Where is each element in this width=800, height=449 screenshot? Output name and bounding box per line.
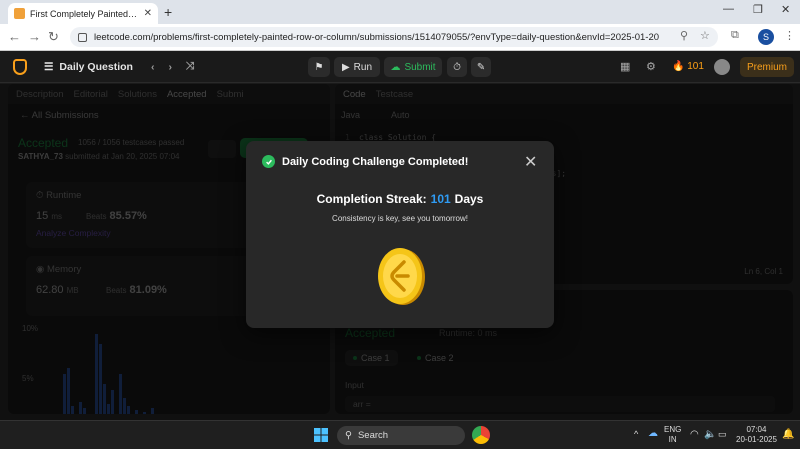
taskbar-search[interactable]: ⚲ Search [337,426,465,445]
search-icon: ⚲ [345,430,352,441]
tray-chevron-icon[interactable]: ^ [634,429,638,439]
wifi-icon[interactable]: ◠ [690,429,699,440]
zoom-icon[interactable]: ⚲ [680,29,688,42]
layout-icon[interactable]: ▦ [620,60,630,73]
leetcode-coin-icon [378,248,425,305]
run-button[interactable]: ▶ Run [334,57,380,77]
extensions-icon[interactable]: ⧉ [731,29,739,42]
streak-count: 101 [687,61,704,72]
list-icon: ☰ [44,60,54,73]
browser-tab[interactable]: First Completely Painted Row o ✕ [8,3,158,24]
address-toolbar: ← → ↻ leetcode.com/problems/first-comple… [0,24,800,51]
leetcode-logo-icon[interactable] [13,59,27,75]
challenge-complete-modal: Daily Coding Challenge Completed! ✕ Comp… [246,141,554,328]
reload-icon[interactable]: ↻ [48,29,59,45]
chrome-taskbar-icon[interactable] [472,426,490,444]
browser-menu-icon[interactable]: ⋮ [784,29,795,42]
next-question-icon[interactable]: › [168,61,172,73]
modal-header: Daily Coding Challenge Completed! [262,155,468,168]
streak-value: 101 [430,192,451,206]
leetcode-favicon-icon [14,8,25,19]
modal-title: Daily Coding Challenge Completed! [282,155,469,168]
problem-list-nav[interactable]: ☰ Daily Question ‹ › ⤨ [44,60,194,73]
consistency-message: Consistency is key, see you tomorrow! [332,214,468,223]
close-tab-icon[interactable]: ✕ [144,8,152,19]
prev-question-icon[interactable]: ‹ [151,61,155,73]
new-tab-icon[interactable]: + [164,4,172,20]
completion-streak: Completion Streak: 101 Days [246,192,554,206]
streak-unit: Days [454,192,484,206]
site-info-icon[interactable] [78,32,87,42]
check-circle-icon [262,155,275,168]
submit-button[interactable]: ☁ Submit [384,57,442,77]
premium-button[interactable]: Premium [740,57,794,77]
play-icon: ▶ [341,61,350,73]
clock-time: 07:04 [746,425,767,434]
submit-label: Submit [404,61,436,73]
close-window-icon[interactable]: ✕ [781,3,790,16]
windows-taskbar: ⚲ Search ^ ☁ ENG IN ◠ 🔈 ▭ 07:04 20-01-20… [0,420,800,449]
notification-icon[interactable]: 🔔 [782,429,794,440]
shuffle-icon[interactable]: ⤨ [186,60,194,73]
volume-icon[interactable]: 🔈 [704,429,716,440]
url-bar[interactable]: leetcode.com/problems/first-completely-p… [70,27,718,47]
language-indicator[interactable]: ENG IN [664,425,681,445]
close-icon[interactable]: ✕ [524,152,537,172]
daily-question-title: Daily Question [59,60,133,73]
back-icon[interactable]: ← [8,29,21,44]
tab-title: First Completely Painted Row o [30,8,139,19]
battery-icon[interactable]: ▭ [718,429,727,440]
fire-icon: 🔥 [672,61,685,72]
streak-label: Completion Streak: [316,192,427,206]
lang-top: ENG [664,425,682,434]
search-label: Search [357,430,389,441]
user-avatar[interactable] [714,59,730,75]
leetcode-header: ☰ Daily Question ‹ › ⤨ ⚑ ▶ Run ☁ Submit … [0,51,800,83]
profile-avatar[interactable]: S [758,29,774,45]
settings-gear-icon[interactable]: ⚙ [646,60,656,73]
timer-icon[interactable]: ⏱ [447,57,467,77]
clock-date: 20-01-2025 [736,435,777,444]
notes-icon[interactable]: ✎ [471,57,491,77]
windows-start-icon[interactable] [314,428,328,442]
bookmark-star-icon[interactable]: ☆ [700,29,710,42]
lang-bottom: IN [668,435,677,444]
browser-tab-bar: First Completely Painted Row o ✕ + — ❐ ✕ [0,0,800,24]
streak-counter[interactable]: 🔥 101 [672,61,704,72]
maximize-icon[interactable]: ❐ [753,3,763,16]
run-label: Run [353,61,373,73]
weather-icon[interactable]: ☁ [648,428,658,439]
forward-icon[interactable]: → [28,29,41,44]
clock[interactable]: 07:04 20-01-2025 [736,425,777,445]
cloud-upload-icon: ☁ [390,61,401,73]
debug-icon[interactable]: ⚑ [308,57,330,77]
minimize-icon[interactable]: — [723,3,734,15]
url-text: leetcode.com/problems/first-completely-p… [94,31,660,43]
